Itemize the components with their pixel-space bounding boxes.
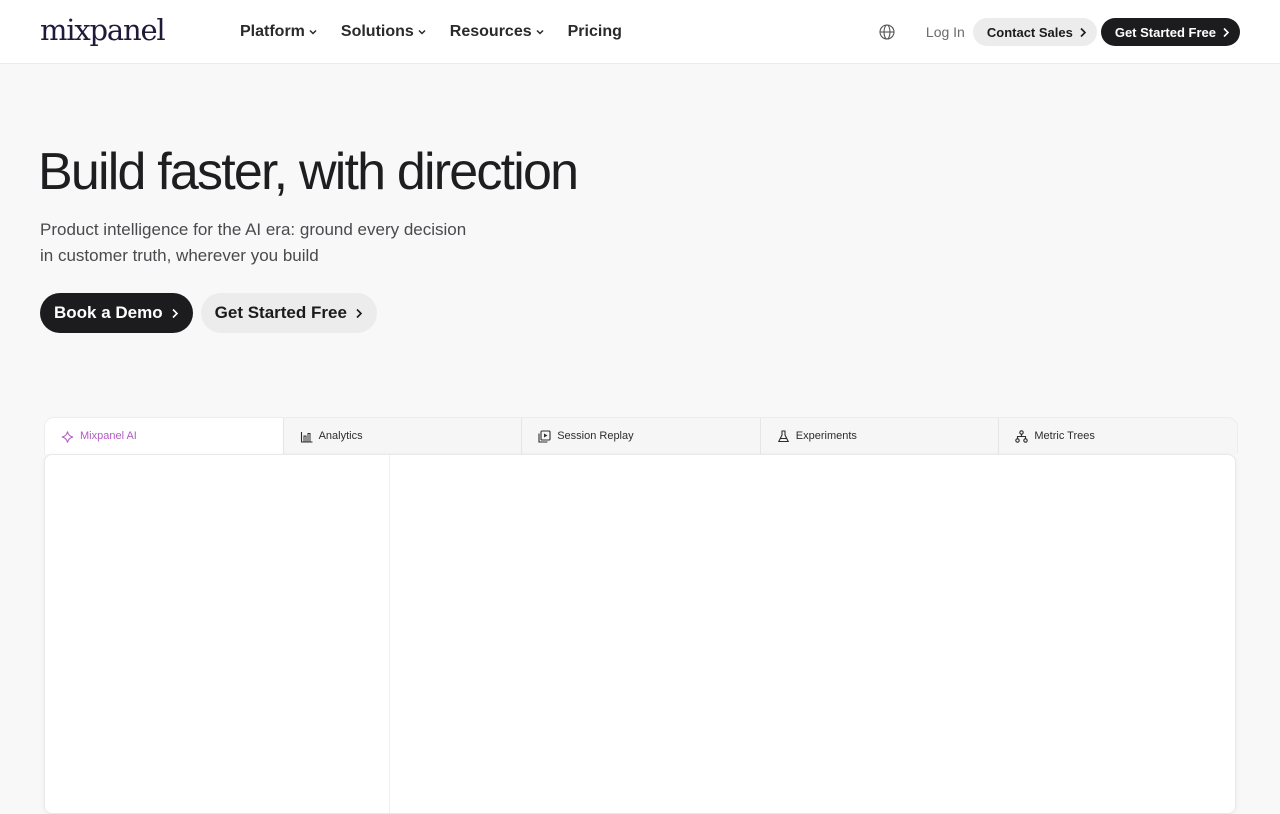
product-preview-sidebar [45, 455, 390, 813]
hero-subtitle-line1: Product intelligence for the AI era: gro… [40, 220, 467, 239]
tab-analytics[interactable]: Analytics [284, 418, 523, 454]
tab-experiments[interactable]: Experiments [761, 418, 1000, 454]
nav-platform-label: Platform [240, 23, 305, 40]
get-started-nav-label: Get Started Free [1114, 24, 1216, 40]
book-demo-label: Book a Demo [54, 303, 163, 322]
bar-chart-icon [300, 430, 313, 443]
globe-icon[interactable] [878, 23, 896, 41]
tab-analytics-label: Analytics [318, 430, 363, 442]
get-started-hero-button[interactable]: Get Started Free [200, 293, 377, 333]
chevron-down-icon [309, 29, 317, 35]
chevron-right-icon [1223, 27, 1230, 37]
flask-icon [777, 429, 790, 443]
main-nav: Platform Solutions Resources Pricing [240, 0, 646, 64]
product-preview-panel [44, 454, 1236, 814]
tab-metric-trees[interactable]: Metric Trees [999, 418, 1237, 454]
hero-title: Build faster, with direction [38, 143, 579, 201]
tab-session-replay[interactable]: Session Replay [522, 418, 761, 454]
nav-pricing-label: Pricing [567, 23, 622, 40]
sparkle-icon [61, 430, 74, 443]
get-started-hero-label: Get Started Free [214, 303, 347, 322]
contact-sales-button[interactable]: Contact Sales [972, 18, 1097, 46]
nav-resources[interactable]: Resources [450, 23, 544, 41]
get-started-nav-button[interactable]: Get Started Free [1100, 18, 1240, 46]
hero-subtitle-line2: in customer truth, wherever you build [40, 246, 319, 265]
tab-mixpanel-ai-label: Mixpanel AI [80, 430, 137, 442]
nav-solutions-label: Solutions [340, 23, 414, 40]
contact-sales-label: Contact Sales [986, 24, 1073, 40]
tab-mixpanel-ai[interactable]: Mixpanel AI [45, 418, 284, 454]
nav-pricing[interactable]: Pricing [568, 23, 622, 41]
top-navigation: mixpanel Platform Solutions Resources Pr… [0, 0, 1280, 64]
chevron-down-icon [418, 29, 426, 35]
tab-metric-trees-label: Metric Trees [1034, 430, 1095, 442]
nav-resources-label: Resources [449, 23, 532, 40]
tree-icon [1015, 429, 1029, 443]
mixpanel-logo[interactable]: mixpanel [40, 12, 166, 48]
book-demo-button[interactable]: Book a Demo [40, 293, 193, 333]
product-tabs: Mixpanel AI Analytics Session Replay Exp… [44, 417, 1238, 454]
hero-cta-row: Book a Demo Get Started Free [40, 293, 377, 333]
nav-solutions[interactable]: Solutions [341, 23, 426, 41]
nav-platform[interactable]: Platform [240, 23, 317, 41]
nav-actions: Log In Contact Sales Get Started Free [878, 0, 1240, 64]
chevron-down-icon [536, 29, 544, 35]
tab-session-replay-label: Session Replay [557, 430, 634, 442]
replay-icon [538, 429, 551, 443]
chevron-right-icon [356, 308, 363, 318]
login-link[interactable]: Log In [926, 24, 965, 40]
hero-subtitle: Product intelligence for the AI era: gro… [40, 217, 540, 269]
tab-experiments-label: Experiments [795, 430, 857, 442]
chevron-right-icon [172, 308, 178, 318]
chevron-right-icon [1080, 27, 1086, 37]
